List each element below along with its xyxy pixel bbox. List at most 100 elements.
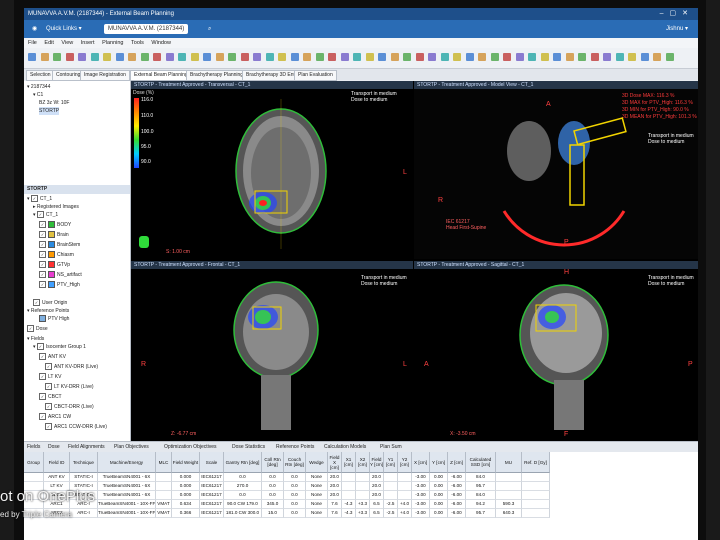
menu-insert[interactable]: Insert — [81, 40, 95, 46]
field-node[interactable]: ✓ ANT KV-DRR (Live) — [45, 363, 98, 371]
menu-window[interactable]: Window — [151, 40, 171, 46]
menu-view[interactable]: View — [61, 40, 73, 46]
toolbar-tool-icon[interactable] — [553, 53, 561, 61]
field-node[interactable]: ✓ LT KV-DRR (Live) — [45, 383, 94, 391]
toolbar-tool-icon[interactable] — [40, 53, 49, 61]
dose-node[interactable]: ✓ Dose — [27, 325, 48, 333]
toolbar-tool-icon[interactable] — [165, 53, 174, 61]
toolbar-tool-icon[interactable] — [403, 53, 411, 61]
toolbar-tool-icon[interactable] — [240, 53, 249, 61]
table-cell[interactable]: -6.00 — [448, 500, 466, 509]
structure-brain[interactable]: ✓ Brain — [39, 231, 69, 239]
transversal-view[interactable]: STORTP - Treatment Approved - Transversa… — [131, 81, 413, 259]
toolbar-tool-icon[interactable] — [378, 53, 386, 61]
toolbar-tool-icon[interactable] — [78, 53, 86, 61]
table-cell[interactable]: 0.0 — [262, 491, 284, 500]
visibility-checkbox[interactable]: ✓ — [39, 251, 46, 259]
table-cell[interactable]: +3.3 — [356, 509, 370, 518]
visibility-checkbox[interactable]: ✓ — [39, 271, 46, 279]
table-cell[interactable] — [384, 491, 398, 500]
column-header[interactable]: X1 [cm] — [342, 452, 356, 473]
column-header[interactable]: Calculated SSD [cm] — [466, 452, 496, 473]
toolbar-tool-icon[interactable] — [390, 53, 399, 61]
toolbar-tool-icon[interactable] — [278, 53, 286, 61]
user-menu[interactable]: Jishnu ▾ — [662, 24, 692, 34]
tab-image-registration[interactable]: Image Registration — [80, 70, 130, 81]
tab-dose-statistics[interactable]: Dose Statistics — [232, 444, 265, 450]
table-cell[interactable]: 0.0 — [284, 473, 306, 482]
table-cell[interactable] — [356, 491, 370, 500]
visibility-checkbox[interactable]: ✓ — [39, 231, 46, 239]
column-header[interactable]: Ref. D [Gy] — [522, 452, 550, 473]
fields-node[interactable]: ▾ Fields — [27, 335, 44, 343]
table-cell[interactable]: 0.0 — [284, 509, 306, 518]
visibility-checkbox[interactable]: ✓ — [39, 413, 46, 421]
table-cell[interactable] — [156, 491, 172, 500]
table-cell[interactable] — [496, 482, 522, 491]
table-cell[interactable]: 0.0 — [284, 482, 306, 491]
course-node[interactable]: ▾ C1 — [33, 91, 43, 99]
table-cell[interactable]: -3.00 — [412, 509, 430, 518]
table-cell[interactable]: 0.000 — [172, 482, 200, 491]
table-cell[interactable]: -3.00 — [412, 500, 430, 509]
column-header[interactable]: Z [cm] — [448, 452, 466, 473]
column-header[interactable]: Y2 [cm] — [398, 452, 412, 473]
table-cell[interactable]: -6.00 — [448, 509, 466, 518]
table-cell[interactable]: 20.0 — [328, 473, 342, 482]
toolbar-tool-icon[interactable] — [440, 53, 449, 61]
table-cell[interactable] — [496, 473, 522, 482]
ref-point-ptv-high[interactable]: PTV High — [39, 315, 69, 323]
toolbar-tool-icon[interactable] — [465, 53, 474, 61]
structure-set-node[interactable]: ▾ ✓ CT_1 — [33, 211, 58, 219]
table-cell[interactable] — [356, 473, 370, 482]
table-cell[interactable]: VMAT — [156, 500, 172, 509]
table-cell[interactable] — [156, 473, 172, 482]
table-cell[interactable]: IEC61217 — [200, 509, 224, 518]
table-cell[interactable]: 0.00 — [430, 482, 448, 491]
toolbar-tool-icon[interactable] — [303, 53, 311, 61]
toolbar-tool-icon[interactable] — [203, 53, 211, 61]
table-cell[interactable]: 7.6 — [328, 500, 342, 509]
table-cell[interactable]: 181.0 CW 300.0 — [224, 509, 262, 518]
table-cell[interactable] — [342, 473, 356, 482]
table-cell[interactable]: -6.00 — [448, 473, 466, 482]
patient-selector[interactable]: MUNAVVA A.V.M. (2187344) — [104, 24, 189, 34]
table-cell[interactable]: +3.3 — [356, 500, 370, 509]
column-header[interactable]: Gantry Rtn [deg] — [224, 452, 262, 473]
visibility-checkbox[interactable]: ✓ — [39, 353, 46, 361]
table-cell[interactable]: 6.5 — [370, 500, 384, 509]
table-cell[interactable]: TrueBeamSN4001 - 6X — [98, 491, 156, 500]
table-cell[interactable] — [496, 491, 522, 500]
table-cell[interactable]: -2.5 — [384, 500, 398, 509]
table-cell[interactable]: 0.00 — [430, 491, 448, 500]
field-node[interactable]: ✓ ARC1 CCW-DRR (Live) — [45, 423, 107, 431]
toolbar-tool-icon[interactable] — [65, 53, 74, 61]
table-cell[interactable]: -2.5 — [384, 509, 398, 518]
menu-edit[interactable]: Edit — [44, 40, 53, 46]
table-cell[interactable]: 0.00 — [430, 473, 448, 482]
registered-images-node[interactable]: ▸ Registered Images — [33, 203, 79, 211]
toolbar-tool-icon[interactable] — [565, 53, 574, 61]
table-cell[interactable] — [522, 500, 550, 509]
table-cell[interactable]: ANT KV — [44, 473, 70, 482]
column-header[interactable]: Y1 [cm] — [384, 452, 398, 473]
toolbar-tool-icon[interactable] — [328, 53, 336, 61]
field-node[interactable]: ✓ CBCT — [39, 393, 62, 401]
tab-reference-points[interactable]: Reference Points — [276, 444, 314, 450]
toolbar-tool-icon[interactable] — [153, 53, 161, 61]
table-cell[interactable]: 20.0 — [328, 491, 342, 500]
table-cell[interactable]: -4.3 — [342, 500, 356, 509]
toolbar-tool-icon[interactable] — [265, 53, 274, 61]
toolbar-tool-icon[interactable] — [615, 53, 624, 61]
structure-brainstem[interactable]: ✓ BrainStem — [39, 241, 80, 249]
column-header[interactable]: Couch Rtn [deg] — [284, 452, 306, 473]
sagittal-view[interactable]: STORTP - Treatment Approved - Sagittal -… — [414, 261, 698, 441]
table-cell[interactable]: 95.7 — [466, 482, 496, 491]
reference-points-node[interactable]: ▾ Reference Points — [27, 307, 69, 315]
table-cell[interactable]: 84.0 — [466, 473, 496, 482]
table-cell[interactable]: 20.0 — [370, 482, 384, 491]
menu-file[interactable]: File — [28, 40, 37, 46]
visibility-checkbox[interactable]: ✓ — [45, 403, 52, 411]
structure-body[interactable]: ✓ BODY — [39, 221, 71, 229]
tab-optimization-objectives[interactable]: Optimization Objectives — [164, 444, 217, 450]
